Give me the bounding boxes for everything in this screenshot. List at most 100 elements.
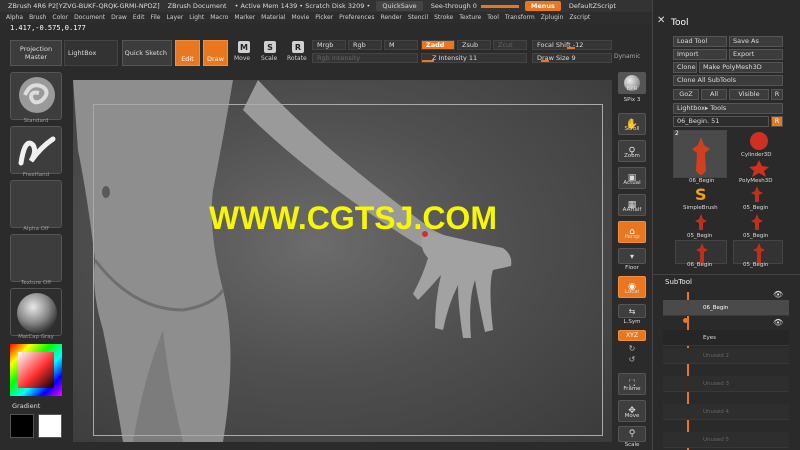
- menu-preferences[interactable]: Preferences: [339, 14, 374, 21]
- alpha-tile[interactable]: [10, 180, 62, 228]
- subtool-row-unused-2[interactable]: Unused 2: [663, 348, 789, 364]
- menu-edit[interactable]: Edit: [133, 14, 145, 21]
- quick-sketch-button[interactable]: Quick Sketch: [122, 40, 172, 66]
- draw-mode-button[interactable]: Draw: [203, 40, 228, 66]
- rotate-z-button[interactable]: ↺: [618, 354, 646, 364]
- tool-tile-simplebrush[interactable]: S: [687, 184, 715, 204]
- floor-button[interactable]: ▾: [618, 248, 646, 264]
- eye-icon-2[interactable]: 👁: [773, 318, 783, 327]
- secondary-color-swatch[interactable]: [38, 414, 62, 438]
- scale-view-button[interactable]: ⚲: [618, 426, 646, 442]
- subtool-row-eyes[interactable]: Eyes: [663, 330, 789, 346]
- tool-palette-title[interactable]: Tool: [671, 18, 688, 28]
- clone-all-subtools-button[interactable]: Clone All SubTools: [673, 75, 783, 86]
- menu-tool[interactable]: Tool: [487, 14, 499, 21]
- menu-stencil[interactable]: Stencil: [408, 14, 428, 21]
- rgb-toggle[interactable]: Rgb: [348, 40, 382, 50]
- see-through-bar[interactable]: [480, 4, 519, 8]
- lightbox-tools-button[interactable]: Lightbox▸ Tools: [673, 103, 783, 114]
- tool-tile-05-begin-a[interactable]: [743, 184, 771, 204]
- color-picker[interactable]: [10, 344, 62, 396]
- z-intensity-slider[interactable]: Z Intensity 11: [421, 53, 527, 63]
- tool-tile-05-begin-c[interactable]: [743, 212, 771, 232]
- spix-slider[interactable]: SPix 3: [614, 97, 650, 103]
- zsub-toggle[interactable]: Zsub: [457, 40, 491, 50]
- zcut-toggle[interactable]: Zcut: [493, 40, 527, 50]
- menu-alpha[interactable]: Alpha: [6, 14, 23, 21]
- subtool-title[interactable]: SubTool: [665, 278, 692, 286]
- zadd-toggle[interactable]: Zadd: [421, 40, 455, 50]
- see-through-slider[interactable]: See-through 0: [431, 2, 477, 10]
- right-tool-strip: BPR SPix 3 ✋ Scroll ⚲ Zoom ▣ Actual ▦ AA…: [614, 68, 650, 450]
- menu-macro[interactable]: Macro: [210, 14, 228, 21]
- clone-button[interactable]: Clone: [673, 62, 697, 73]
- subtool-row-06-begin[interactable]: 06_Begin: [663, 300, 789, 316]
- goz-button[interactable]: GoZ: [673, 89, 699, 100]
- goz-r-button[interactable]: R: [771, 89, 783, 100]
- menus-button[interactable]: Menus: [524, 1, 561, 11]
- focal-shift-slider[interactable]: Focal Shift -12: [532, 40, 612, 50]
- tool-tile-cylinder[interactable]: [739, 130, 779, 152]
- menu-marker[interactable]: Marker: [234, 14, 255, 21]
- tool-tile-06-begin-b[interactable]: [675, 240, 727, 264]
- tool-tile-05-begin-d[interactable]: [733, 240, 783, 264]
- z-intensity-thumb[interactable]: [422, 60, 435, 62]
- default-zscript-button[interactable]: DefaultZScript: [569, 2, 616, 10]
- menu-transform[interactable]: Transform: [505, 14, 535, 21]
- move-mode-icon[interactable]: M: [238, 41, 250, 53]
- scale-mode-icon[interactable]: S: [264, 41, 276, 53]
- save-as-button[interactable]: Save As: [729, 36, 783, 47]
- rotate-mode-icon[interactable]: R: [292, 41, 304, 53]
- edit-mode-button[interactable]: Edit: [175, 40, 200, 66]
- menu-render[interactable]: Render: [380, 14, 401, 21]
- menu-brush[interactable]: Brush: [29, 14, 46, 21]
- quicksave-button[interactable]: QuickSave: [376, 1, 423, 11]
- load-tool-button[interactable]: Load Tool: [673, 36, 727, 47]
- tool-tile-polymesh[interactable]: [739, 158, 779, 178]
- make-polymesh-button[interactable]: Make PolyMesh3D: [699, 62, 783, 73]
- menu-movie[interactable]: Movie: [292, 14, 310, 21]
- menu-texture[interactable]: Texture: [459, 14, 481, 21]
- subtool-row-unused-3[interactable]: Unused 3: [663, 376, 789, 392]
- texture-tile[interactable]: [10, 234, 62, 282]
- dynamic-toggle[interactable]: Dynamic: [614, 53, 640, 60]
- goz-all-button[interactable]: All: [701, 89, 727, 100]
- focal-shift-thumb[interactable]: [567, 47, 576, 49]
- current-tool-r-button[interactable]: R: [771, 116, 783, 127]
- tool-tile-05-begin-b[interactable]: [687, 212, 715, 232]
- menu-color[interactable]: Color: [52, 14, 68, 21]
- xyz-button[interactable]: XYZ: [618, 330, 646, 341]
- projection-master-button[interactable]: Projection Master: [10, 40, 62, 66]
- m-toggle[interactable]: M: [384, 40, 418, 50]
- subtool-row-unused-4[interactable]: Unused 4: [663, 404, 789, 420]
- subtool-row-unused-5[interactable]: Unused 5: [663, 432, 789, 448]
- menu-layer[interactable]: Layer: [167, 14, 184, 21]
- main-color-swatch[interactable]: [10, 414, 34, 438]
- draw-size-thumb[interactable]: [540, 60, 549, 62]
- tool-tile-06-begin[interactable]: [673, 130, 727, 178]
- menu-file[interactable]: File: [150, 14, 160, 21]
- material-tile[interactable]: [10, 288, 62, 336]
- rotate-y-button[interactable]: ↻: [618, 343, 646, 353]
- brush-standard-tile[interactable]: [10, 72, 62, 120]
- menu-zscript[interactable]: Zscript: [569, 14, 590, 21]
- lightbox-button[interactable]: LightBox: [64, 40, 118, 66]
- lsym-button[interactable]: ⇆: [618, 304, 646, 318]
- menu-zplugin[interactable]: Zplugin: [541, 14, 564, 21]
- eye-icon[interactable]: 👁: [773, 290, 783, 299]
- document-canvas[interactable]: WWW.CGTSJ.COM: [73, 80, 612, 442]
- rgb-intensity-slider[interactable]: Rgb Intensity: [312, 53, 418, 63]
- menu-draw[interactable]: Draw: [111, 14, 127, 21]
- menu-material[interactable]: Material: [261, 14, 285, 21]
- import-button[interactable]: Import: [673, 49, 727, 60]
- menu-picker[interactable]: Picker: [315, 14, 333, 21]
- stroke-freehand-tile[interactable]: [10, 126, 62, 174]
- draw-size-slider[interactable]: Draw Size 9: [532, 53, 612, 63]
- current-tool-slider[interactable]: 06_Begin. 51: [673, 116, 769, 127]
- mrgb-toggle[interactable]: Mrgb: [312, 40, 346, 50]
- export-button[interactable]: Export: [729, 49, 783, 60]
- menu-light[interactable]: Light: [189, 14, 204, 21]
- goz-visible-button[interactable]: Visible: [729, 89, 769, 100]
- menu-document[interactable]: Document: [74, 14, 105, 21]
- menu-stroke[interactable]: Stroke: [434, 14, 453, 21]
